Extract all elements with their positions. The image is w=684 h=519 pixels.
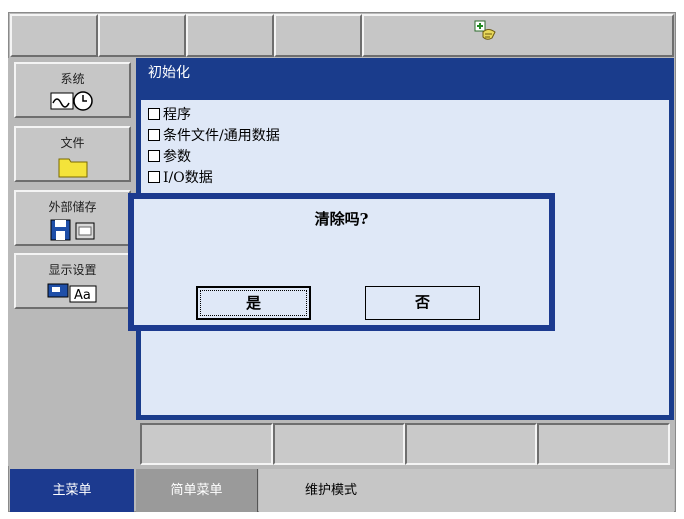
checkbox-label: I/O数据 [163, 170, 213, 186]
folder-icon [58, 158, 87, 178]
sidebar-item-file[interactable]: 文件 [14, 126, 131, 182]
sidebar-item-external-storage[interactable]: 外部储存 [14, 190, 131, 246]
checkbox-item-condition-files[interactable]: 条件文件/通用数据 [148, 125, 280, 145]
floppy-card-icon [50, 219, 94, 241]
checkbox[interactable] [148, 150, 160, 162]
system-wave-clock-icon [50, 91, 93, 111]
checkbox-item-parameters[interactable]: 参数 [148, 146, 191, 166]
checkbox-label: 参数 [163, 149, 191, 165]
display-font-icon: Aa [47, 283, 96, 303]
top-button-3[interactable] [186, 14, 274, 57]
function-key-3[interactable] [405, 423, 537, 465]
checkbox-item-io-data[interactable]: I/O数据 [148, 167, 213, 187]
sidebar-item-label: 外部储存 [48, 200, 97, 214]
no-button[interactable]: 否 [365, 286, 480, 320]
checkbox-label: 程序 [163, 107, 191, 123]
top-button-4[interactable] [274, 14, 362, 57]
teach-pendant-icon [474, 20, 496, 40]
checkbox-label: 条件文件/通用数据 [163, 128, 280, 144]
top-status-area [362, 14, 674, 57]
checkbox[interactable] [148, 129, 160, 141]
tab-simple-menu[interactable]: 简单菜单 [136, 469, 258, 512]
checkbox[interactable] [148, 108, 160, 120]
function-key-1[interactable] [140, 423, 273, 465]
yes-button[interactable]: 是 [196, 286, 311, 320]
sidebar-item-system[interactable]: 系统 [14, 62, 131, 118]
mode-indicator: 维护模式 [259, 469, 674, 512]
sidebar-item-label: 显示设置 [48, 263, 97, 277]
tab-main-menu[interactable]: 主菜单 [10, 469, 134, 512]
top-button-1[interactable] [10, 14, 98, 57]
sidebar-item-label: 系统 [60, 72, 85, 86]
sidebar-item-display-settings[interactable]: 显示设置 Aa [14, 253, 131, 309]
dialog-message: 清除吗? [314, 210, 369, 228]
svg-text:Aa: Aa [74, 288, 91, 303]
checkbox-item-program[interactable]: 程序 [148, 104, 191, 124]
top-button-2[interactable] [98, 14, 186, 57]
function-key-4[interactable] [537, 423, 670, 465]
panel-title: 初始化 [148, 65, 190, 81]
sidebar-item-label: 文件 [60, 136, 85, 150]
checkbox[interactable] [148, 171, 160, 183]
function-key-2[interactable] [273, 423, 405, 465]
